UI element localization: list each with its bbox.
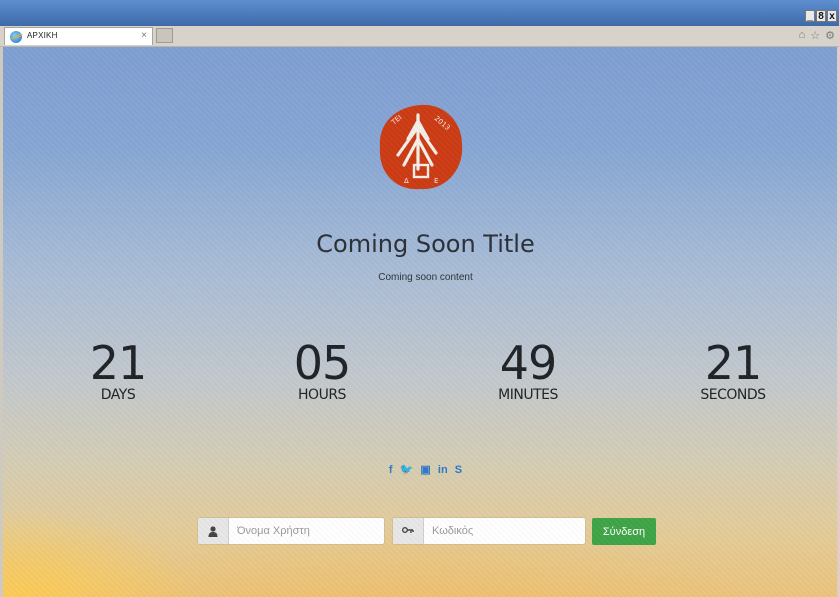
new-tab-button[interactable] — [156, 28, 173, 43]
countdown-hours-value: 05 — [293, 336, 352, 390]
countdown-hours: 05 HOURS — [242, 337, 402, 403]
countdown-days-value: 21 — [89, 336, 148, 390]
maximize-button[interactable]: 8 — [816, 10, 826, 22]
window-controls: _ 8 x — [805, 10, 837, 22]
logo: ΤΕΙ 2013 Δ Ε — [379, 104, 463, 190]
close-window-button[interactable]: x — [827, 10, 837, 22]
svg-text:Ε: Ε — [434, 177, 438, 185]
browser-toolbar-icons: ⌂ ☆ ⚙ — [799, 29, 835, 42]
svg-text:Δ: Δ — [404, 177, 409, 185]
username-group — [198, 518, 384, 544]
window-titlebar: _ 8 x — [0, 0, 839, 26]
minimize-button[interactable]: _ — [805, 10, 815, 22]
browser-tab[interactable]: ΑΡΧΙΚΗ × — [4, 27, 153, 45]
tab-bar: ΑΡΧΙΚΗ × — [0, 26, 839, 47]
password-input[interactable] — [424, 518, 584, 544]
countdown-seconds-value: 21 — [704, 336, 763, 390]
window-left-edge — [0, 47, 3, 597]
login-button[interactable]: Σύνδεση — [592, 518, 656, 545]
key-icon — [393, 518, 424, 544]
social-links: f 🐦 ▣ in S — [0, 463, 839, 476]
home-icon[interactable]: ⌂ — [799, 29, 806, 42]
page-title: Coming Soon Title — [316, 230, 535, 258]
countdown-minutes: 49 MINUTES — [448, 337, 608, 403]
countdown-days-label: DAYS — [100, 387, 136, 403]
twitter-icon[interactable]: 🐦 — [400, 463, 414, 476]
star-icon[interactable]: ☆ — [810, 29, 820, 42]
user-icon — [198, 518, 229, 544]
ie-favicon-icon — [10, 31, 22, 43]
countdown-hours-label: HOURS — [298, 387, 346, 403]
facebook-icon[interactable]: f — [389, 464, 393, 476]
linkedin-icon[interactable]: in — [438, 464, 448, 476]
password-group — [393, 518, 585, 544]
countdown-seconds: 21 SECONDS — [653, 337, 813, 403]
countdown-seconds-label: SECONDS — [700, 387, 766, 403]
countdown-minutes-value: 49 — [499, 336, 558, 390]
page-viewport: ΤΕΙ 2013 Δ Ε Coming Soon Title Coming so… — [0, 47, 839, 597]
username-input[interactable] — [229, 518, 383, 544]
countdown-days: 21 DAYS — [38, 337, 198, 403]
tab-title: ΑΡΧΙΚΗ — [27, 31, 58, 40]
page-subtitle: Coming soon content — [378, 272, 473, 283]
skype-icon[interactable]: S — [455, 464, 462, 476]
gear-icon[interactable]: ⚙ — [825, 29, 835, 42]
youtube-icon[interactable]: ▣ — [420, 463, 430, 476]
countdown-minutes-label: MINUTES — [498, 387, 558, 403]
tab-close-icon[interactable]: × — [141, 30, 147, 41]
